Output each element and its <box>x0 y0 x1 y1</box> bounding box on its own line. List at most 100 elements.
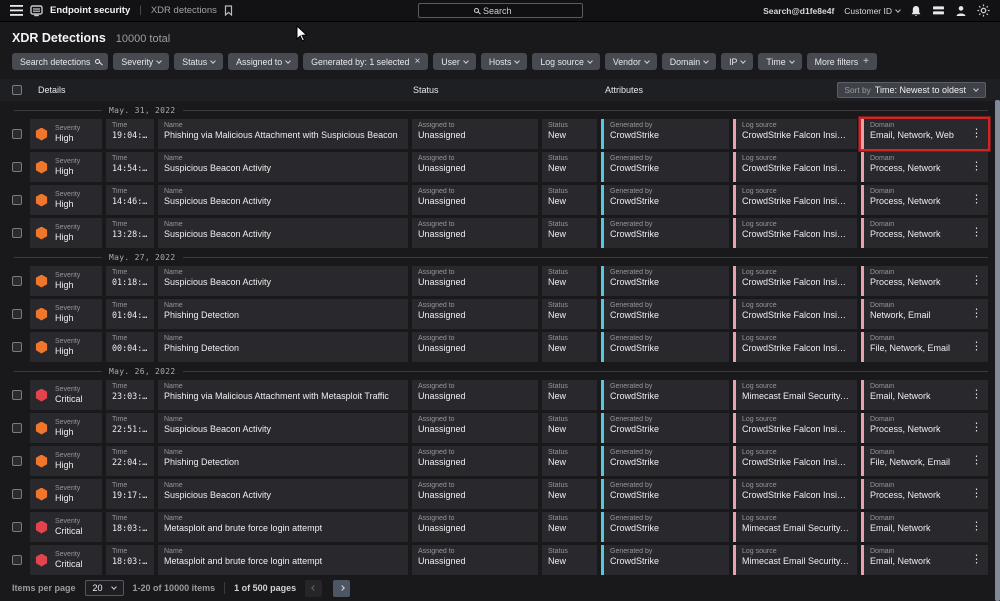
search-input[interactable] <box>483 6 527 16</box>
severity-icon <box>35 521 48 534</box>
filter-chip-vendor[interactable]: Vendor <box>605 53 657 70</box>
kebab-menu-icon[interactable]: ⋮ <box>968 193 985 208</box>
detection-card[interactable]: SeverityHigh Time19:04:07 NamePhishing v… <box>30 119 988 149</box>
kebab-menu-icon[interactable]: ⋮ <box>968 421 985 436</box>
row-checkbox[interactable] <box>12 522 22 532</box>
row-checkbox[interactable] <box>12 423 22 433</box>
detection-card[interactable]: SeverityCritical Time18:03:04 NameMetasp… <box>30 512 988 542</box>
detection-row: SeverityHigh Time13:28:37 NameSuspicious… <box>12 218 988 248</box>
status-cell: StatusNew <box>542 332 597 362</box>
table-header: Details Status Attributes Sort by Time: … <box>0 79 1000 101</box>
detection-card[interactable]: SeverityHigh Time01:04:08 NamePhishing D… <box>30 299 988 329</box>
severity-cell: SeverityHigh <box>30 413 102 443</box>
detection-card[interactable]: SeverityCritical Time18:03:04 NameMetasp… <box>30 545 988 575</box>
filter-chip-log-source[interactable]: Log source <box>532 53 600 70</box>
global-search[interactable] <box>418 3 583 18</box>
row-checkbox[interactable] <box>12 129 22 139</box>
assigned-to-cell: Assigned toUnassigned <box>412 266 538 296</box>
filter-chip-label: Status <box>182 57 207 67</box>
kebab-menu-icon[interactable]: ⋮ <box>968 487 985 502</box>
previous-page-button[interactable] <box>305 580 322 597</box>
kebab-menu-icon[interactable]: ⋮ <box>968 274 985 289</box>
detection-row: SeverityHigh Time22:51:26 NameSuspicious… <box>12 413 988 443</box>
hamburger-menu-icon[interactable] <box>10 5 23 16</box>
kebab-menu-icon[interactable]: ⋮ <box>968 553 985 568</box>
customer-id-dropdown[interactable]: Customer ID <box>844 6 900 16</box>
detection-card[interactable]: SeverityHigh Time13:28:37 NameSuspicious… <box>30 218 988 248</box>
severity-icon <box>35 488 48 501</box>
group-date: May. 27, 2022 <box>109 253 176 262</box>
filter-chip-assigned-to[interactable]: Assigned to <box>228 53 298 70</box>
date-separator: May. 31, 2022 <box>14 104 988 116</box>
filter-chip-time[interactable]: Time <box>758 53 801 70</box>
filter-chip-generated-by-1-selected[interactable]: Generated by: 1 selected× <box>303 53 428 70</box>
row-checkbox[interactable] <box>12 555 22 565</box>
theme-brightness-icon[interactable] <box>977 4 990 17</box>
row-checkbox[interactable] <box>12 162 22 172</box>
detection-card[interactable]: SeverityHigh Time14:46:49 NameSuspicious… <box>30 185 988 215</box>
log-source-cell: Log sourceCrowdStrike Falcon Insight, Mi… <box>733 332 857 362</box>
filter-chip-ip[interactable]: IP <box>721 53 753 70</box>
detection-card[interactable]: SeverityHigh Time14:54:42 NameSuspicious… <box>30 152 988 182</box>
app-name[interactable]: Endpoint security <box>50 5 130 16</box>
kebab-menu-icon[interactable]: ⋮ <box>968 388 985 403</box>
time-cell: Time14:46:49 <box>106 185 154 215</box>
detection-card[interactable]: SeverityHigh Time22:51:26 NameSuspicious… <box>30 413 988 443</box>
log-source-cell: Log sourceCrowdStrike Falcon Insight, Zs… <box>733 413 857 443</box>
kebab-menu-icon[interactable]: ⋮ <box>968 307 985 322</box>
table-body: May. 31, 2022 SeverityHigh Time19:04:07 … <box>0 104 1000 575</box>
detection-card[interactable]: SeverityHigh Time01:18:04 NameSuspicious… <box>30 266 988 296</box>
kebab-menu-icon[interactable]: ⋮ <box>968 160 985 175</box>
filter-chip-severity[interactable]: Severity <box>113 53 169 70</box>
filter-chip-status[interactable]: Status <box>174 53 223 70</box>
detection-card[interactable]: SeverityHigh Time00:04:08 NamePhishing D… <box>30 332 988 362</box>
row-checkbox[interactable] <box>12 195 22 205</box>
name-cell: NameSuspicious Beacon Activity <box>158 266 408 296</box>
vertical-scrollbar[interactable] <box>995 100 1000 601</box>
domain-cell: DomainProcess, Network ⋮ <box>861 479 988 509</box>
severity-icon <box>35 275 48 288</box>
severity-icon <box>35 161 48 174</box>
user-profile-icon[interactable] <box>955 5 967 17</box>
detection-card[interactable]: SeverityHigh Time22:04:11 NamePhishing D… <box>30 446 988 476</box>
name-cell: NameMetasploit and brute force login att… <box>158 512 408 542</box>
detection-card[interactable]: SeverityCritical Time23:03:04 NamePhishi… <box>30 380 988 410</box>
kebab-menu-icon[interactable]: ⋮ <box>968 340 985 355</box>
kebab-menu-icon[interactable]: ⋮ <box>968 520 985 535</box>
row-checkbox[interactable] <box>12 309 22 319</box>
filter-chip-hosts[interactable]: Hosts <box>481 53 528 70</box>
kebab-menu-icon[interactable]: ⋮ <box>968 127 985 142</box>
filter-chip-more-filters[interactable]: More filters+ <box>807 53 877 70</box>
chevron-down-icon <box>644 58 650 64</box>
filter-chip-label: More filters <box>815 57 859 67</box>
row-checkbox[interactable] <box>12 342 22 352</box>
domain-cell: DomainProcess, Network ⋮ <box>861 266 988 296</box>
account-name[interactable]: Search@d1fe8e4f <box>763 6 834 16</box>
filter-chip-user[interactable]: User <box>433 53 476 70</box>
assigned-to-cell: Assigned toUnassigned <box>412 446 538 476</box>
queue-stack-icon[interactable] <box>932 5 945 16</box>
next-page-button[interactable] <box>333 580 350 597</box>
breadcrumb[interactable]: XDR detections <box>151 5 217 16</box>
remove-filter-icon[interactable]: × <box>414 56 420 67</box>
detection-group: May. 31, 2022 SeverityHigh Time19:04:07 … <box>12 104 988 248</box>
kebab-menu-icon[interactable]: ⋮ <box>968 226 985 241</box>
filter-chip-domain[interactable]: Domain <box>662 53 716 70</box>
filter-chip-label: User <box>441 57 460 67</box>
bookmark-icon[interactable] <box>224 5 233 16</box>
filter-chip-search-detections[interactable]: Search detections <box>12 53 108 70</box>
row-checkbox[interactable] <box>12 489 22 499</box>
notifications-bell-icon[interactable] <box>910 5 922 17</box>
select-all-checkbox[interactable] <box>12 85 22 95</box>
page-size-select[interactable]: 20 <box>85 580 124 596</box>
severity-cell: SeverityHigh <box>30 218 102 248</box>
domain-cell: DomainProcess, Network ⋮ <box>861 185 988 215</box>
row-checkbox[interactable] <box>12 276 22 286</box>
severity-icon <box>35 389 48 402</box>
kebab-menu-icon[interactable]: ⋮ <box>968 454 985 469</box>
row-checkbox[interactable] <box>12 390 22 400</box>
row-checkbox[interactable] <box>12 456 22 466</box>
row-checkbox[interactable] <box>12 228 22 238</box>
detection-card[interactable]: SeverityHigh Time19:17:23 NameSuspicious… <box>30 479 988 509</box>
sort-dropdown[interactable]: Sort by Time: Newest to oldest <box>837 82 987 98</box>
